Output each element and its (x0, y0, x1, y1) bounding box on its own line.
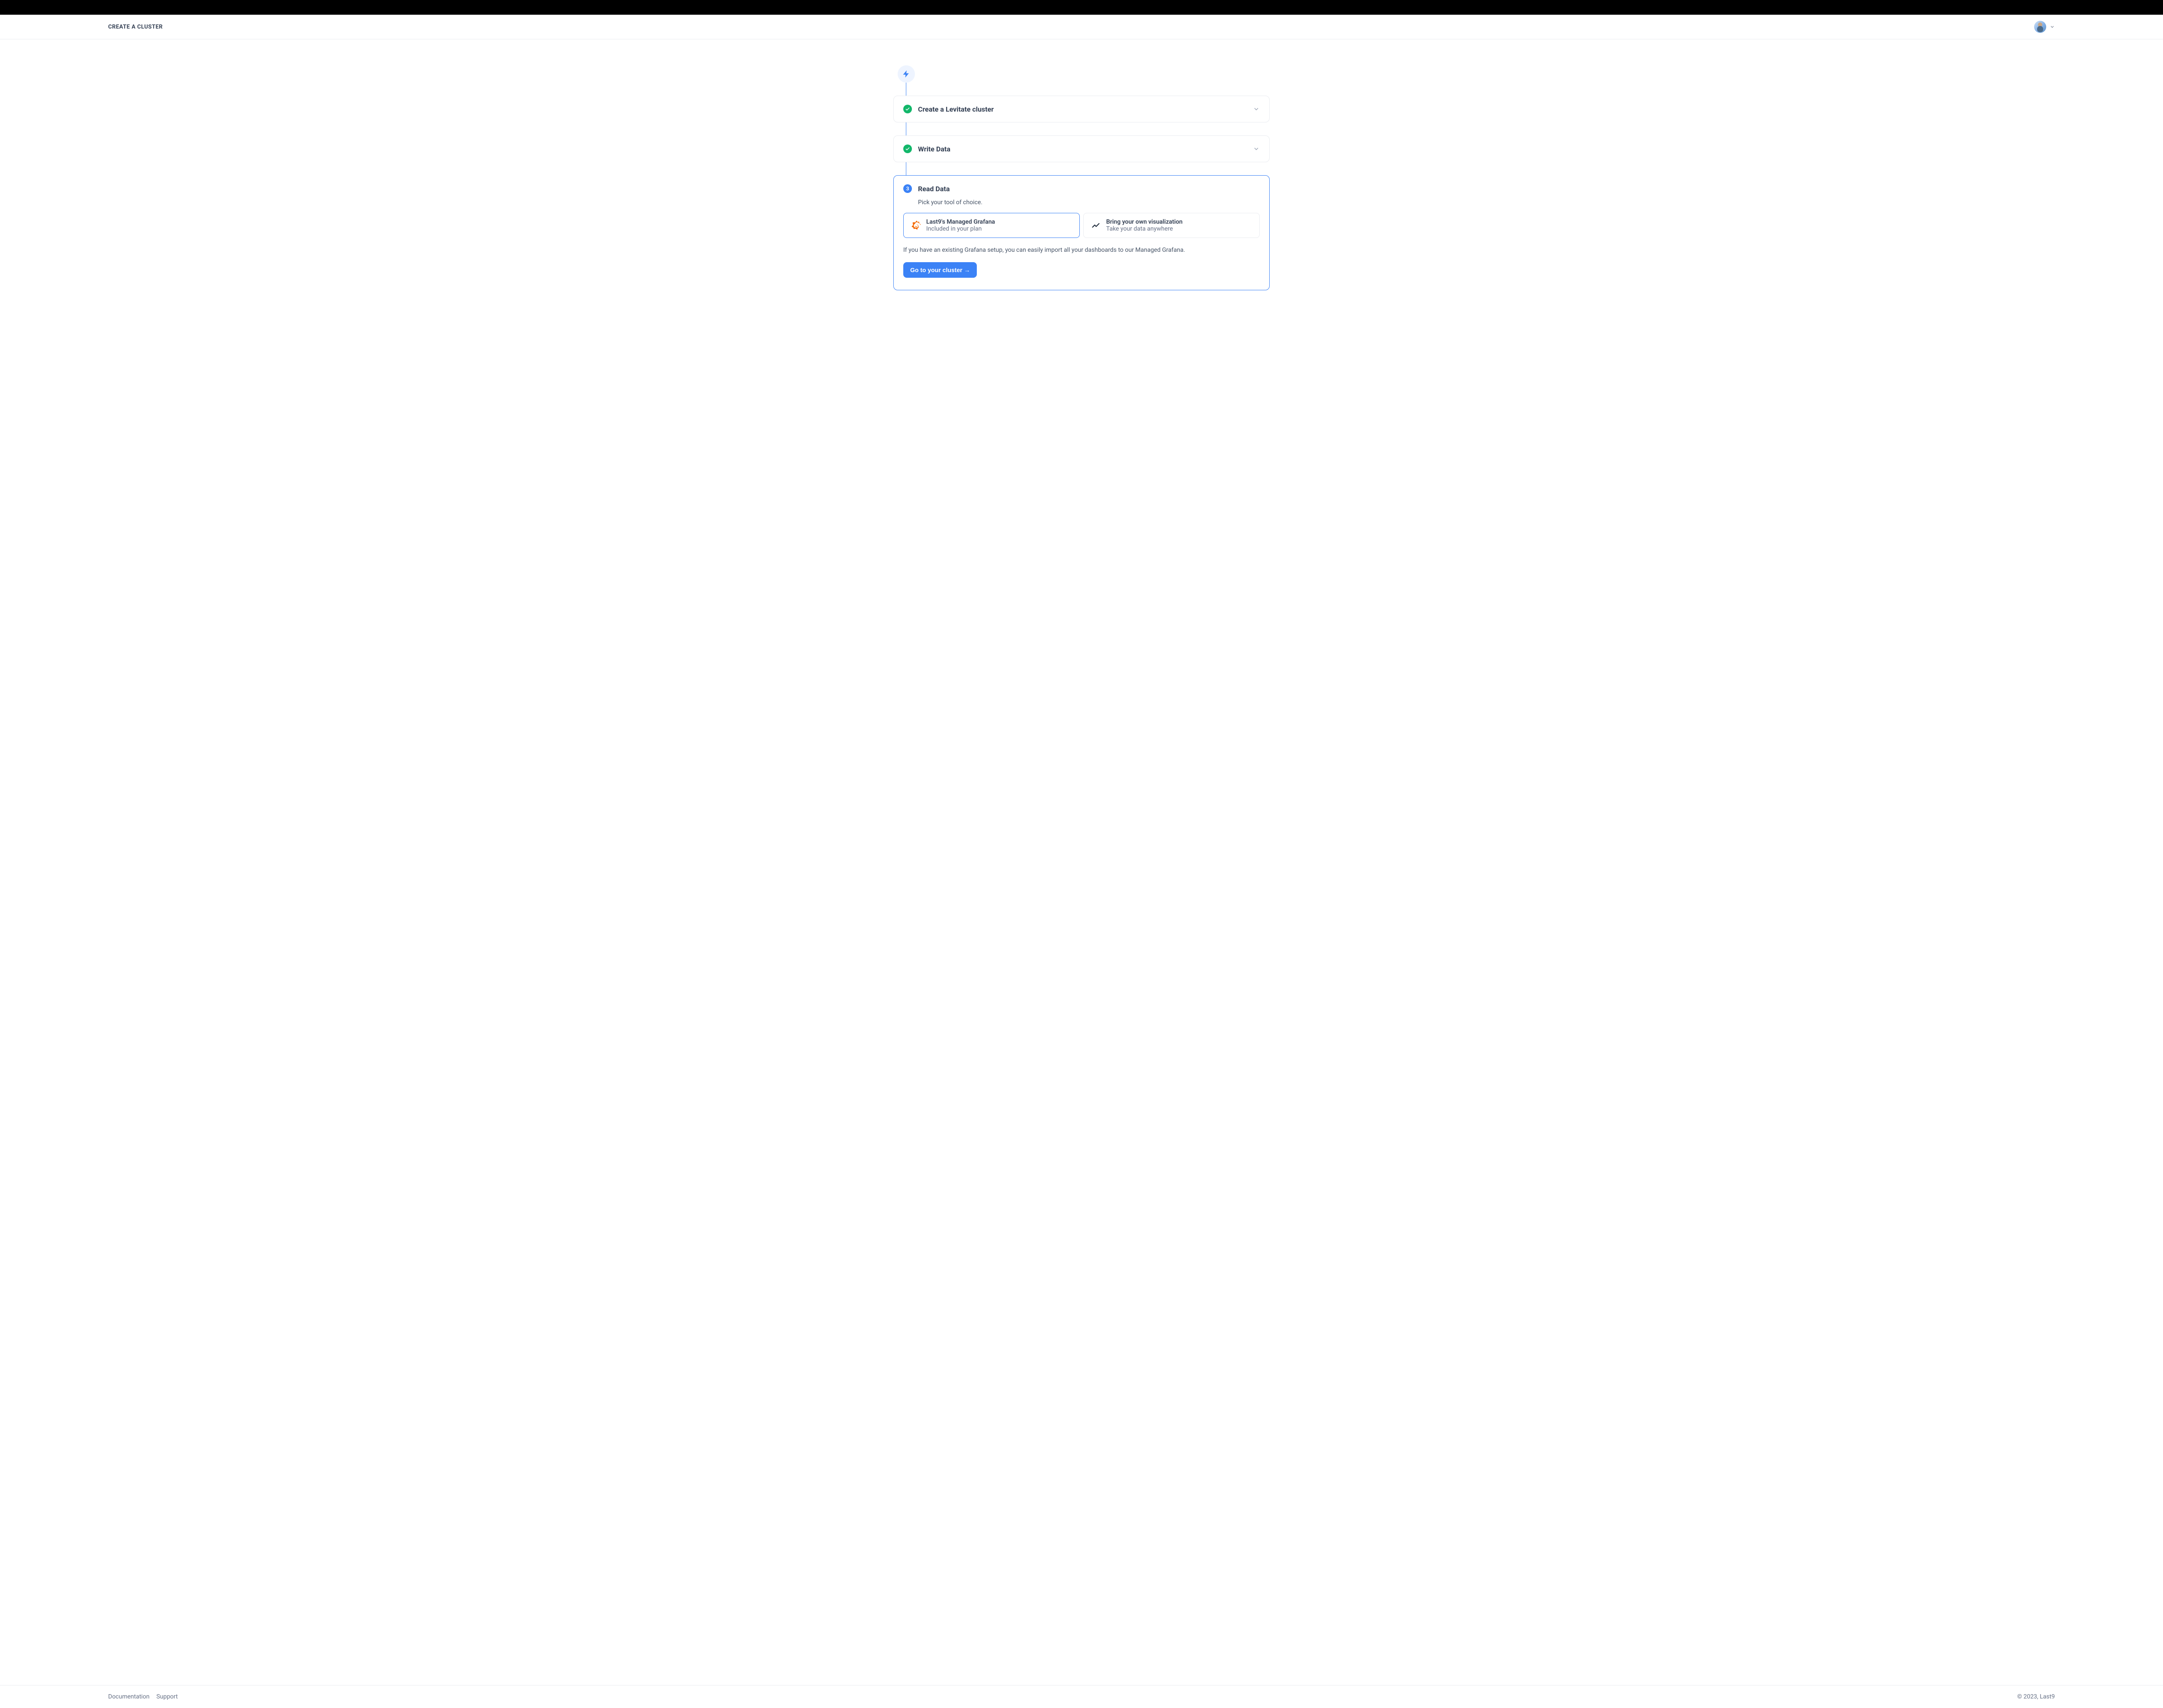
chevron-down-icon (2050, 24, 2055, 29)
option-byo-visualization[interactable]: Bring your own visualization Take your d… (1083, 213, 1260, 238)
page-title: CREATE A CLUSTER (17, 24, 163, 30)
option-title: Last9's Managed Grafana (926, 218, 995, 225)
option-managed-grafana[interactable]: Last9's Managed Grafana Included in your… (903, 213, 1080, 238)
step-body: Pick your tool of choice. Last9's Manage… (918, 199, 1260, 278)
option-title: Bring your own visualization (1106, 218, 1183, 225)
chart-line-icon (1091, 220, 1101, 231)
step-title: Read Data (918, 185, 950, 193)
option-subtitle: Take your data anywhere (1106, 225, 1183, 232)
support-link[interactable]: Support (157, 1693, 178, 1700)
grafana-icon (911, 220, 921, 231)
footer-links: Documentation Support (17, 1693, 178, 1700)
step-create-cluster[interactable]: Create a Levitate cluster (893, 96, 1270, 122)
header: CREATE A CLUSTER (0, 15, 2163, 39)
user-menu[interactable] (2034, 21, 2146, 33)
documentation-link[interactable]: Documentation (108, 1693, 150, 1700)
step-subtitle: Pick your tool of choice. (918, 199, 1260, 206)
footer: Documentation Support © 2023, Last9 (0, 1685, 2163, 1708)
step-title: Write Data (918, 145, 950, 153)
avatar (2034, 21, 2046, 33)
option-text: Last9's Managed Grafana Included in your… (926, 218, 995, 232)
step-badge-done (903, 105, 912, 113)
button-label: Go to your cluster → (910, 266, 970, 273)
option-subtitle: Included in your plan (926, 225, 995, 232)
check-icon (905, 146, 910, 151)
step-read-data: 3 Read Data Pick your tool of choice. (893, 175, 1270, 290)
option-grid: Last9's Managed Grafana Included in your… (903, 213, 1260, 238)
step-badge-done (903, 144, 912, 153)
step-title: Create a Levitate cluster (918, 105, 994, 113)
step-header: 3 Read Data (903, 184, 1260, 193)
chevron-down-icon[interactable] (1253, 106, 1260, 112)
bolt-badge (898, 65, 915, 83)
bolt-icon (902, 70, 911, 78)
step-header: Write Data (903, 144, 950, 153)
go-to-cluster-button[interactable]: Go to your cluster → (903, 262, 977, 278)
step-badge-number: 3 (903, 184, 912, 193)
step-header: Create a Levitate cluster (903, 105, 994, 113)
check-icon (905, 106, 910, 112)
info-text: If you have an existing Grafana setup, y… (903, 247, 1260, 254)
timeline: Create a Levitate cluster Write Data (893, 65, 1270, 290)
chevron-down-icon[interactable] (1253, 145, 1260, 152)
option-text: Bring your own visualization Take your d… (1106, 218, 1183, 232)
browser-chrome (0, 0, 2163, 15)
copyright: © 2023, Last9 (2017, 1693, 2146, 1700)
main-content: Create a Levitate cluster Write Data (893, 39, 1270, 316)
step-write-data[interactable]: Write Data (893, 135, 1270, 162)
